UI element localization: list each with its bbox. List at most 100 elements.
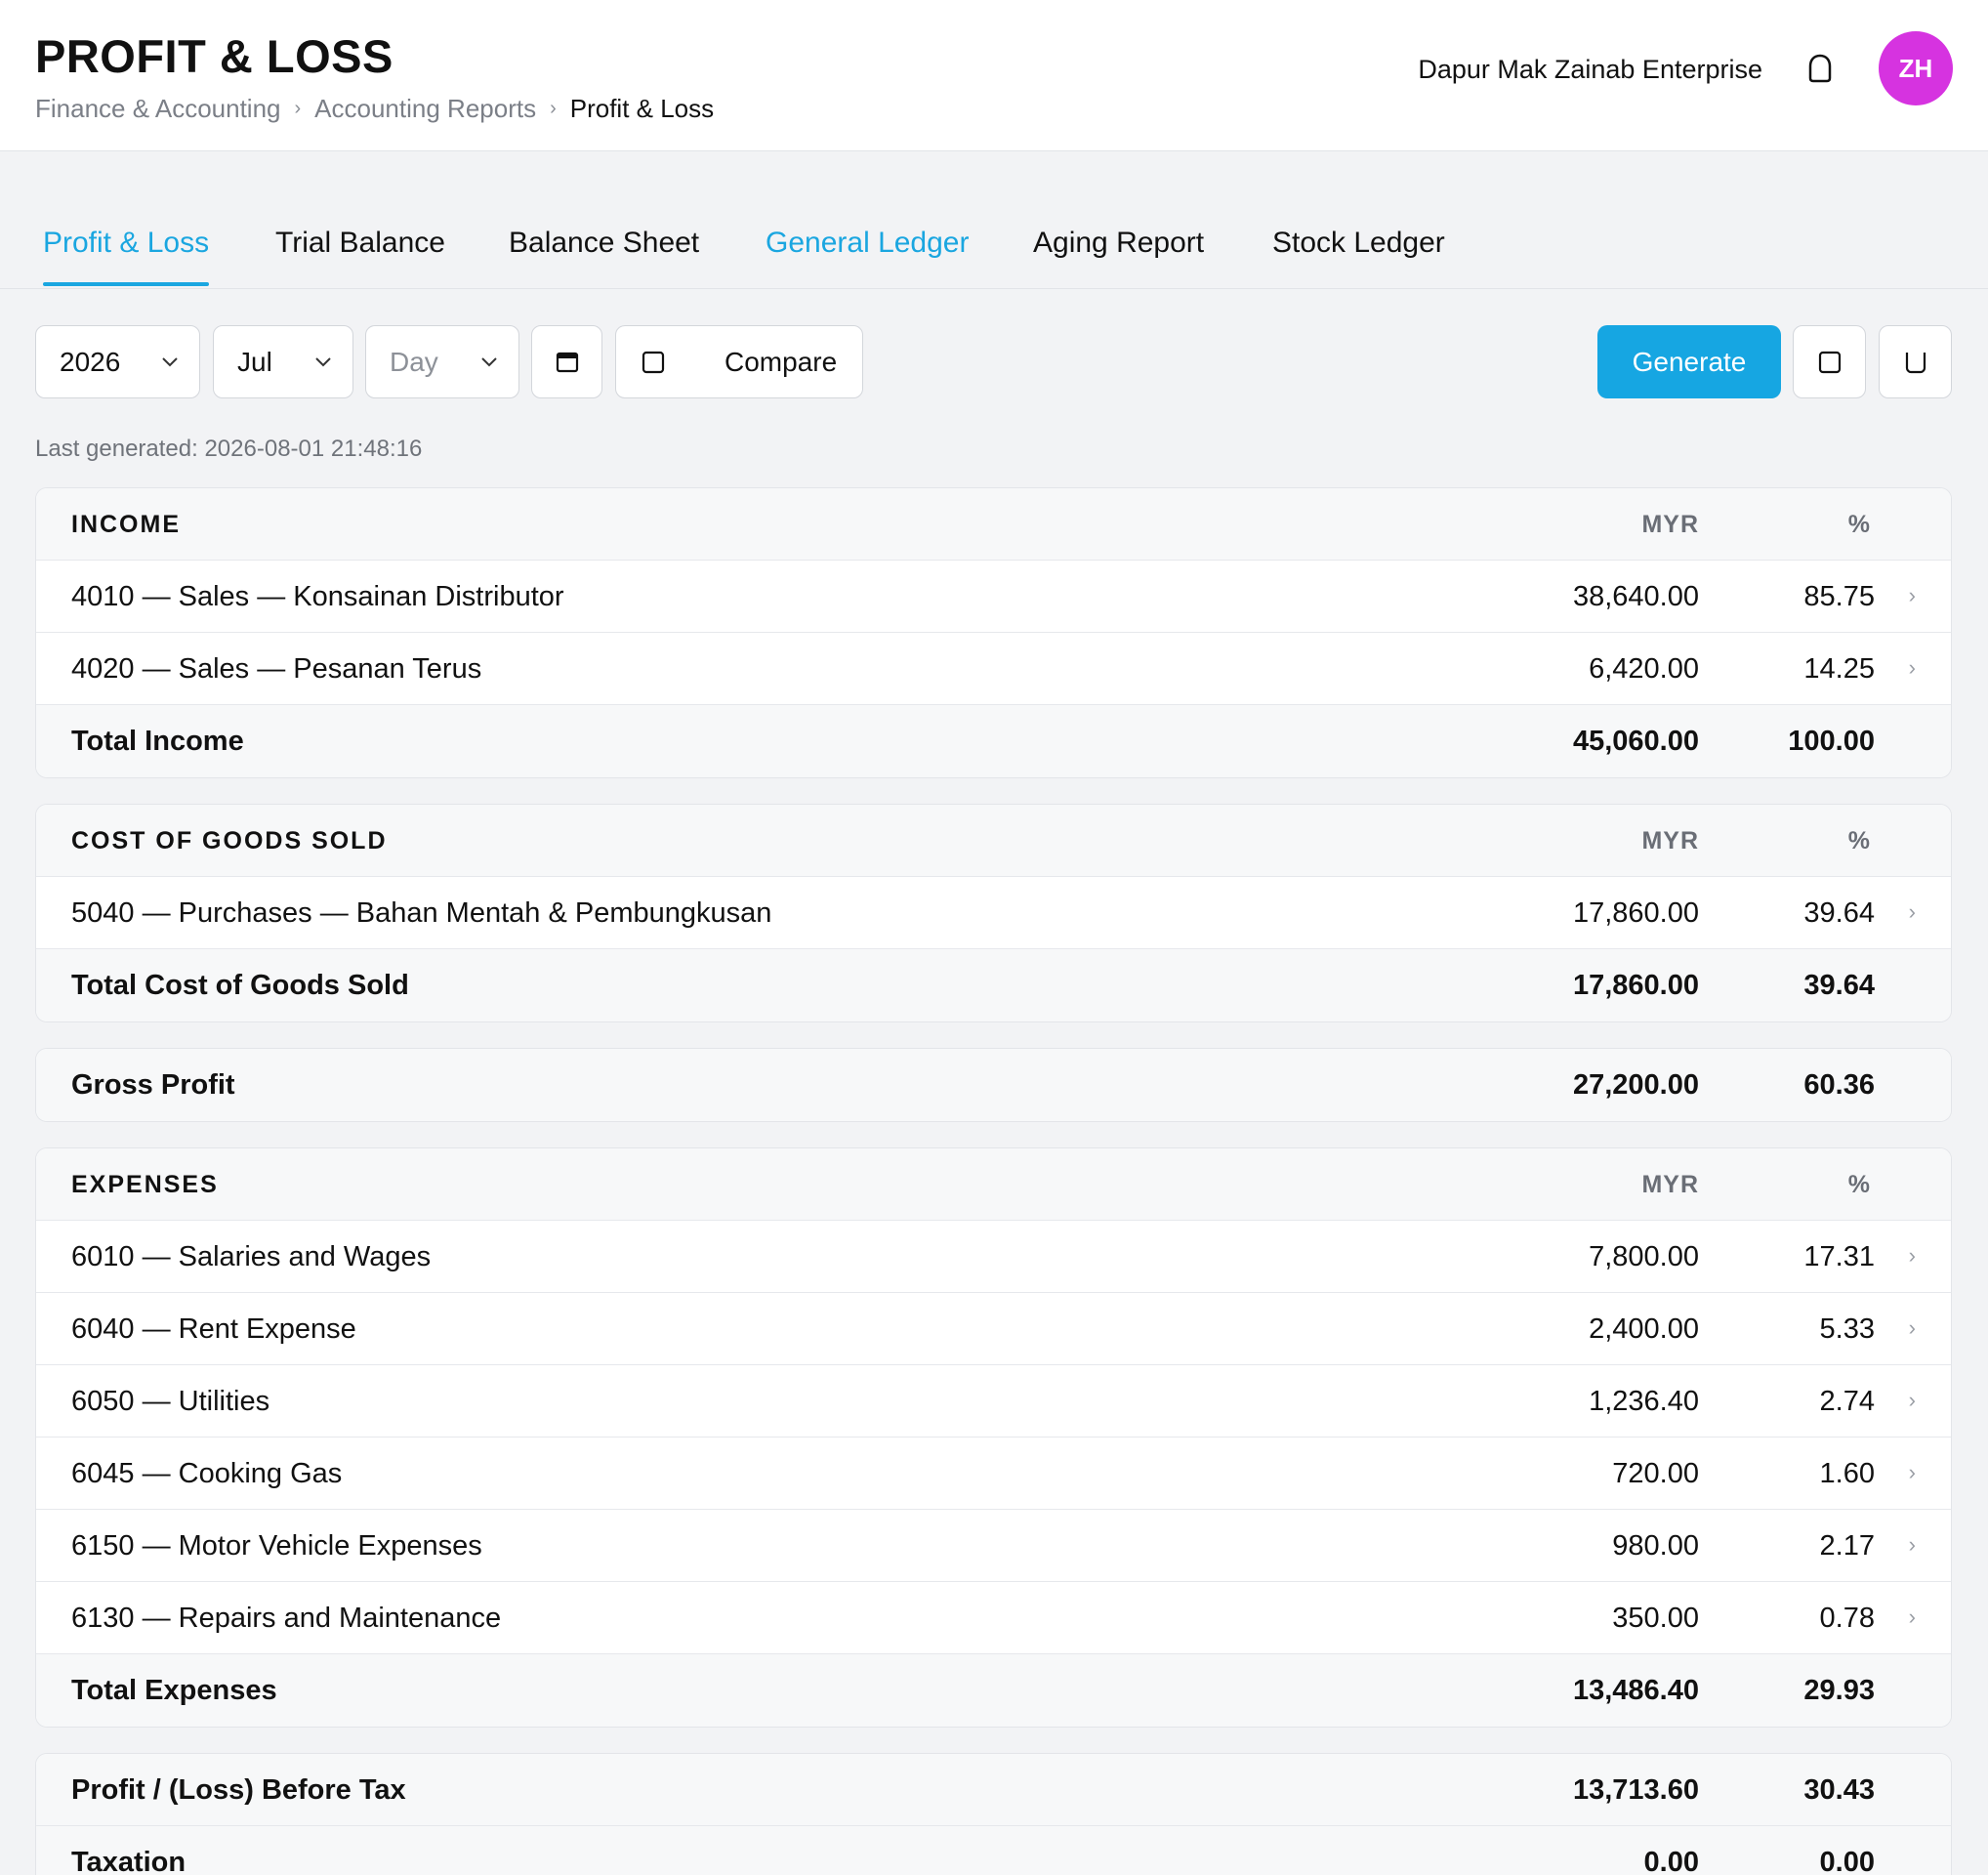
account-label: 6050 — Utilities bbox=[71, 1386, 270, 1417]
section-header: INCOME MYR % bbox=[36, 488, 1951, 561]
user-avatar[interactable]: ZH bbox=[1879, 31, 1953, 105]
month-select-value: Jul bbox=[237, 346, 272, 377]
chevron-right-icon[interactable]: › bbox=[1909, 877, 1916, 949]
breadcrumb-item-finance[interactable]: Finance & Accounting bbox=[35, 94, 281, 124]
total-label: Total Cost of Goods Sold bbox=[71, 970, 409, 1001]
tab-trial-balance[interactable]: Trial Balance bbox=[275, 227, 445, 260]
account-row[interactable]: 5040 — Purchases — Bahan Mentah & Pembun… bbox=[36, 877, 1951, 949]
profit-before-tax-amount: 13,713.60 bbox=[1572, 1774, 1699, 1806]
chevron-right-icon[interactable]: › bbox=[1909, 1510, 1916, 1582]
account-row[interactable]: 4020 — Sales — Pesanan Terus 6,420.00 14… bbox=[36, 633, 1951, 705]
chevron-right-icon[interactable]: › bbox=[1909, 1365, 1916, 1438]
chevron-right-icon[interactable]: › bbox=[1909, 561, 1916, 633]
account-row[interactable]: 6010 — Salaries and Wages 7,800.00 17.31… bbox=[36, 1221, 1951, 1293]
total-percent: 29.93 bbox=[1803, 1675, 1875, 1706]
gross-profit-label: Gross Profit bbox=[71, 1069, 235, 1101]
page-title: PROFIT & LOSS bbox=[35, 30, 393, 82]
account-row[interactable]: 4010 — Sales — Konsainan Distributor 38,… bbox=[36, 561, 1951, 633]
column-header-myr: MYR bbox=[1641, 511, 1699, 538]
chevron-right-icon[interactable]: › bbox=[1909, 1293, 1916, 1365]
day-select[interactable]: Day bbox=[365, 325, 519, 398]
gross-profit-amount: 27,200.00 bbox=[1572, 1069, 1699, 1101]
chevron-right-icon[interactable]: › bbox=[1909, 1221, 1916, 1293]
section-title: EXPENSES bbox=[71, 1171, 219, 1198]
total-label: Total Expenses bbox=[71, 1675, 277, 1706]
account-amount: 720.00 bbox=[1612, 1458, 1699, 1489]
compare-toggle[interactable]: Compare bbox=[615, 325, 863, 398]
column-header-percent: % bbox=[1847, 1171, 1871, 1198]
compare-label: Compare bbox=[725, 346, 838, 377]
chevron-down-icon bbox=[162, 357, 178, 367]
total-percent: 100.00 bbox=[1788, 726, 1875, 757]
account-label: 6045 — Cooking Gas bbox=[71, 1458, 343, 1489]
tab-general-ledger[interactable]: General Ledger bbox=[766, 227, 969, 260]
breadcrumb: Finance & Accounting › Accounting Report… bbox=[35, 94, 714, 124]
checkbox-icon[interactable] bbox=[642, 351, 665, 374]
column-header-myr: MYR bbox=[1641, 1171, 1699, 1198]
chevron-right-icon[interactable]: › bbox=[1909, 1438, 1916, 1510]
day-select-placeholder: Day bbox=[390, 346, 438, 377]
cogs-section: COST OF GOODS SOLD MYR % 5040 — Purchase… bbox=[35, 804, 1952, 1022]
account-row[interactable]: 6150 — Motor Vehicle Expenses 980.00 2.1… bbox=[36, 1510, 1951, 1582]
export-icon bbox=[1818, 351, 1841, 373]
tab-balance-sheet[interactable]: Balance Sheet bbox=[509, 227, 699, 260]
tab-aging-report[interactable]: Aging Report bbox=[1033, 227, 1204, 260]
account-amount: 17,860.00 bbox=[1572, 897, 1699, 929]
account-label: 6040 — Rent Expense bbox=[71, 1313, 356, 1345]
company-name[interactable]: Dapur Mak Zainab Enterprise bbox=[1418, 55, 1762, 85]
month-select[interactable]: Jul bbox=[213, 325, 353, 398]
column-header-percent: % bbox=[1847, 511, 1871, 538]
profit-before-tax-percent: 30.43 bbox=[1803, 1774, 1875, 1806]
chevron-right-icon[interactable]: › bbox=[1909, 633, 1916, 705]
chevron-down-icon bbox=[315, 357, 331, 367]
income-section: INCOME MYR % 4010 — Sales — Konsainan Di… bbox=[35, 487, 1952, 778]
chevron-down-icon bbox=[481, 357, 497, 367]
account-label: 6010 — Salaries and Wages bbox=[71, 1241, 432, 1272]
breadcrumb-separator: › bbox=[294, 98, 302, 119]
notification-bell-icon[interactable] bbox=[1804, 53, 1836, 84]
account-row[interactable]: 6130 — Repairs and Maintenance 350.00 0.… bbox=[36, 1582, 1951, 1654]
total-row: Total Expenses 13,486.40 29.93 bbox=[36, 1654, 1951, 1727]
account-label: 6130 — Repairs and Maintenance bbox=[71, 1603, 502, 1634]
breadcrumb-item-current: Profit & Loss bbox=[569, 94, 715, 123]
account-amount: 1,236.40 bbox=[1589, 1386, 1699, 1417]
chevron-right-icon[interactable]: › bbox=[1909, 1582, 1916, 1654]
account-label: 5040 — Purchases — Bahan Mentah & Pembun… bbox=[71, 897, 772, 929]
column-header-percent: % bbox=[1847, 827, 1871, 854]
account-amount: 38,640.00 bbox=[1572, 581, 1699, 612]
export-button[interactable] bbox=[1793, 325, 1866, 398]
taxation-label: Taxation bbox=[71, 1847, 186, 1875]
print-button[interactable] bbox=[1879, 325, 1952, 398]
active-tab-indicator bbox=[43, 282, 209, 286]
generate-button[interactable]: Generate bbox=[1597, 325, 1781, 398]
account-label: 6150 — Motor Vehicle Expenses bbox=[71, 1530, 482, 1562]
total-label: Total Income bbox=[71, 726, 244, 757]
account-percent: 85.75 bbox=[1803, 581, 1875, 612]
account-percent: 2.17 bbox=[1819, 1530, 1875, 1562]
account-row[interactable]: 6045 — Cooking Gas 720.00 1.60 › bbox=[36, 1438, 1951, 1510]
page-header: PROFIT & LOSS Finance & Accounting › Acc… bbox=[0, 0, 1988, 151]
total-row: Total Cost of Goods Sold 17,860.00 39.64 bbox=[36, 949, 1951, 1021]
year-select-value: 2026 bbox=[60, 346, 121, 377]
account-label: 4020 — Sales — Pesanan Terus bbox=[71, 653, 482, 685]
account-amount: 7,800.00 bbox=[1589, 1241, 1699, 1272]
account-percent: 39.64 bbox=[1803, 897, 1875, 929]
tab-stock-ledger[interactable]: Stock Ledger bbox=[1272, 227, 1445, 260]
profit-before-tax-label: Profit / (Loss) Before Tax bbox=[71, 1774, 406, 1806]
account-amount: 980.00 bbox=[1612, 1530, 1699, 1562]
account-row[interactable]: 6040 — Rent Expense 2,400.00 5.33 › bbox=[36, 1293, 1951, 1365]
last-generated-timestamp: Last generated: 2026-08-01 21:48:16 bbox=[35, 436, 423, 462]
account-percent: 2.74 bbox=[1819, 1386, 1875, 1417]
account-percent: 1.60 bbox=[1819, 1458, 1875, 1489]
account-percent: 14.25 bbox=[1803, 653, 1875, 685]
taxation-amount: 0.00 bbox=[1643, 1847, 1699, 1875]
breadcrumb-item-accounting-reports[interactable]: Accounting Reports bbox=[314, 94, 536, 124]
account-row[interactable]: 6050 — Utilities 1,236.40 2.74 › bbox=[36, 1365, 1951, 1438]
calendar-button[interactable] bbox=[531, 325, 602, 398]
breadcrumb-separator: › bbox=[550, 98, 557, 119]
section-title: COST OF GOODS SOLD bbox=[71, 827, 388, 854]
account-amount: 2,400.00 bbox=[1589, 1313, 1699, 1345]
tab-profit-loss[interactable]: Profit & Loss bbox=[43, 227, 209, 260]
year-select[interactable]: 2026 bbox=[35, 325, 200, 398]
section-header: EXPENSES MYR % bbox=[36, 1148, 1951, 1221]
